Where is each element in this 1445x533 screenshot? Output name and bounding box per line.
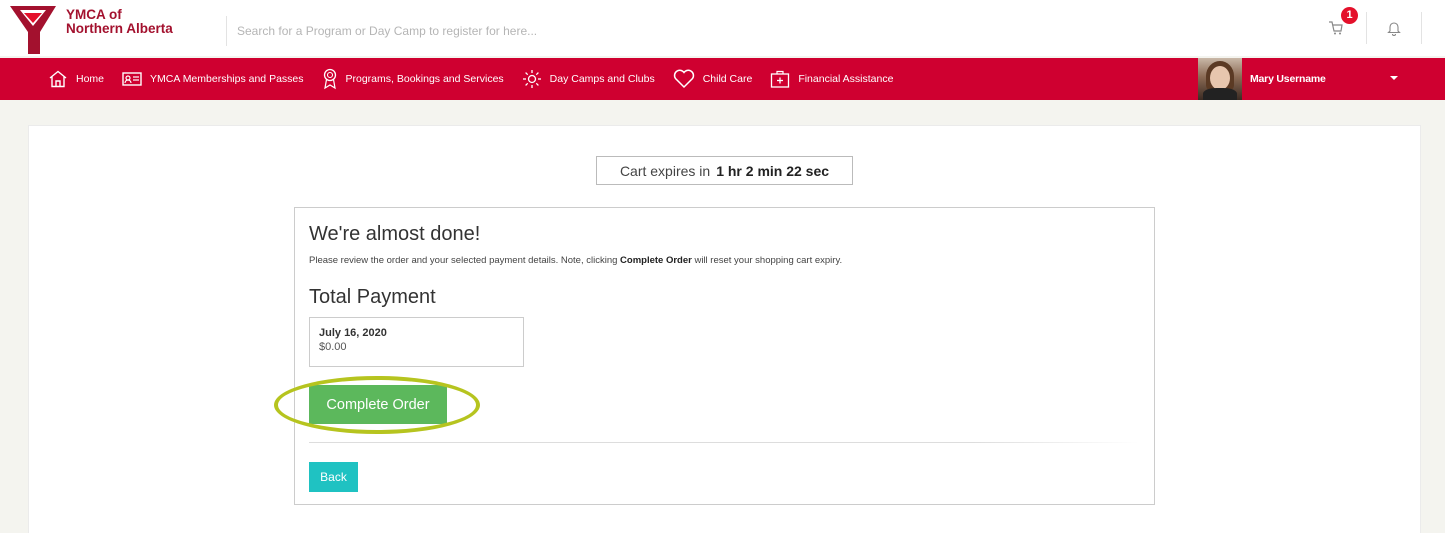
logo-line-1: YMCA of [66,7,122,22]
nav-item-child-care[interactable]: Child Care [673,58,753,100]
chevron-down-icon [1390,76,1398,80]
nav-label-home: Home [76,73,105,85]
payment-date: July 16, 2020 [319,327,387,339]
timer-prefix: Cart expires in [619,162,711,179]
complete-order-button[interactable]: Complete Order [309,385,447,424]
nav-label-programs: Programs, Bookings and Services [345,73,504,85]
award-ribbon-icon [323,68,336,90]
sun-icon [522,70,541,88]
nav-item-day-camps[interactable]: Day Camps and Clubs [522,58,655,100]
ymca-logo[interactable]: YMCA of Northern Alberta [0,0,226,56]
payment-amount: $0.00 [319,341,347,353]
note-bold: Complete Order [620,255,692,266]
main-nav: Home YMCA Memberships and Passes Program… [0,58,1445,100]
nav-label-child-care: Child Care [702,73,753,85]
order-review-panel: We're almost done! Please review the ord… [294,207,1155,505]
page-title: We're almost done! [309,223,481,245]
note-after: will reset your shopping cart expiry. [691,255,843,266]
id-card-icon [122,72,142,86]
nav-item-programs[interactable]: Programs, Bookings and Services [322,58,504,100]
nav-item-financial-assistance[interactable]: Financial Assistance [770,58,893,100]
nav-label-day-camps: Day Camps and Clubs [549,73,655,85]
payment-summary: July 16, 2020 $0.00 [309,317,524,367]
notifications-button[interactable] [1366,12,1422,44]
back-button[interactable]: Back [309,462,358,492]
total-payment-title: Total Payment [309,286,436,308]
ymca-y-logo-icon [10,6,56,54]
top-bar: YMCA of Northern Alberta 1 [0,0,1445,56]
logo-line-2: Northern Alberta [66,21,173,36]
timer-value: 1 hr 2 min 22 sec [716,162,830,179]
home-icon [49,70,67,88]
review-note: Please review the order and your selecte… [309,255,842,266]
avatar [1198,58,1242,100]
nav-item-home[interactable]: Home [48,58,104,100]
nav-item-memberships[interactable]: YMCA Memberships and Passes [122,58,304,100]
note-before: Please review the order and your selecte… [309,255,621,266]
nav-label-financial-assistance: Financial Assistance [798,73,894,85]
search-bar [226,16,826,46]
search-input[interactable] [237,24,826,38]
cart-icon [1329,21,1343,35]
bell-icon [1387,22,1401,36]
cart-expiry-timer: Cart expires in 1 hr 2 min 22 sec [596,156,853,185]
heart-icon [673,69,694,89]
nav-label-memberships: YMCA Memberships and Passes [150,73,304,85]
logo-text: YMCA of Northern Alberta [66,8,173,36]
user-menu[interactable]: Mary Username [1198,58,1445,100]
medical-plus-icon [771,70,790,88]
divider [309,442,1139,443]
cart-count-badge: 1 [1341,7,1358,24]
user-name: Mary Username [1250,73,1326,85]
